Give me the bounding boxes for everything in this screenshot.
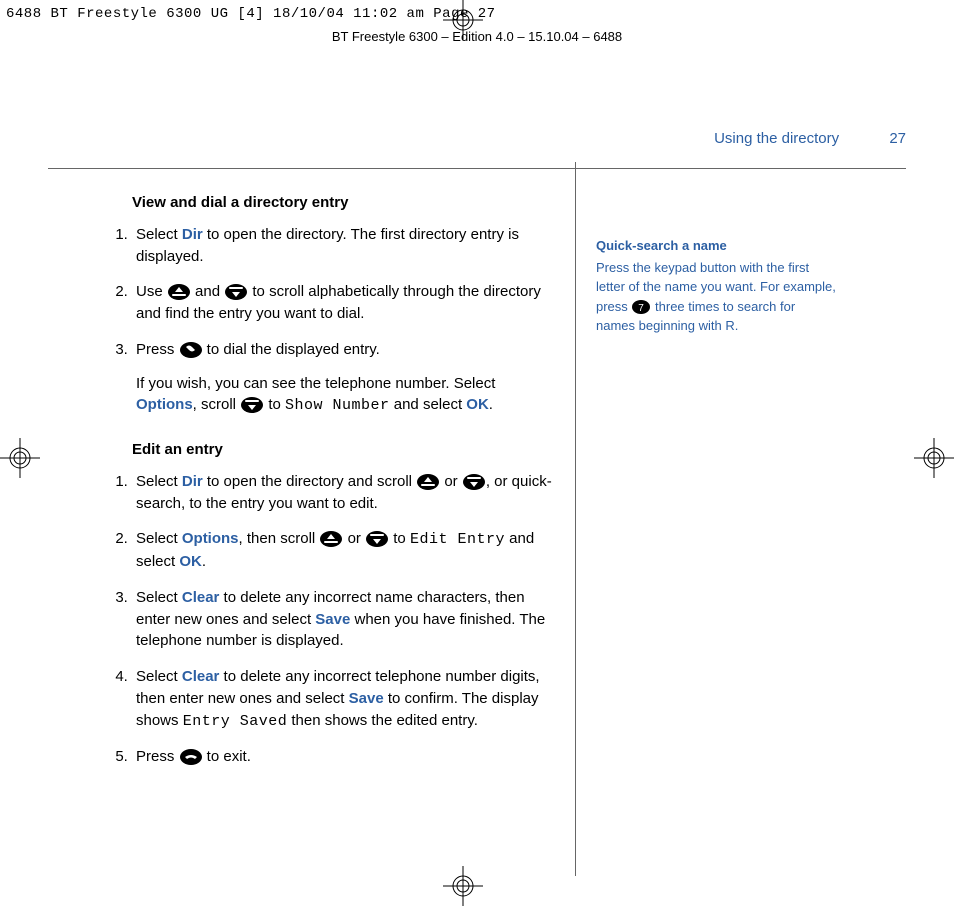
page: { "slug": "6488 BT Freestyle 6300 UG [4]… xyxy=(0,0,954,906)
column-divider xyxy=(575,162,576,876)
lcd-show-number: Show Number xyxy=(285,397,390,414)
page-number: 27 xyxy=(889,130,906,147)
edit-step-5: Press to exit. xyxy=(132,746,555,768)
heading-view-and-dial: View and dial a directory entry xyxy=(132,192,555,214)
down-button-icon xyxy=(366,531,388,547)
keypad-7-icon xyxy=(632,300,650,314)
main-column: View and dial a directory entry Select D… xyxy=(100,192,555,790)
up-button-icon xyxy=(320,531,342,547)
edit-step-2: Select Options, then scroll or to Edit E… xyxy=(132,528,555,573)
sidebar-tip: Quick-search a name Press the keypad but… xyxy=(596,236,836,336)
heading-edit-entry: Edit an entry xyxy=(132,439,555,461)
down-button-icon xyxy=(225,284,247,300)
up-button-icon xyxy=(417,474,439,490)
steps-edit-entry: Select Dir to open the directory and scr… xyxy=(100,471,555,768)
edit-step-4: Select Clear to delete any incorrect tel… xyxy=(132,666,555,732)
kw-clear: Clear xyxy=(182,589,220,606)
kw-save: Save xyxy=(315,611,350,628)
edit-step-3: Select Clear to delete any incorrect nam… xyxy=(132,587,555,652)
up-button-icon xyxy=(168,284,190,300)
step-3: Press to dial the displayed entry. If yo… xyxy=(132,339,555,417)
step-1: Select Dir to open the directory. The fi… xyxy=(132,224,555,268)
kw-ok: OK xyxy=(466,396,489,413)
header-rule xyxy=(48,168,906,169)
lcd-edit-entry: Edit Entry xyxy=(410,531,505,548)
edit-step-1: Select Dir to open the directory and scr… xyxy=(132,471,555,515)
section-title: Using the directory xyxy=(714,130,839,147)
kw-dir: Dir xyxy=(182,226,203,243)
end-button-icon xyxy=(180,749,202,765)
step-3-note: If you wish, you can see the telephone n… xyxy=(136,373,555,418)
lcd-entry-saved: Entry Saved xyxy=(183,713,288,730)
step-2: Use and to scroll alphabetically through… xyxy=(132,281,555,325)
talk-button-icon xyxy=(180,342,202,358)
kw-options: Options xyxy=(136,396,193,413)
tip-heading: Quick-search a name xyxy=(596,236,836,256)
down-button-icon xyxy=(241,397,263,413)
running-header: Using the directory 27 xyxy=(714,128,906,150)
steps-view-and-dial: Select Dir to open the directory. The fi… xyxy=(100,224,555,417)
down-button-icon xyxy=(463,474,485,490)
